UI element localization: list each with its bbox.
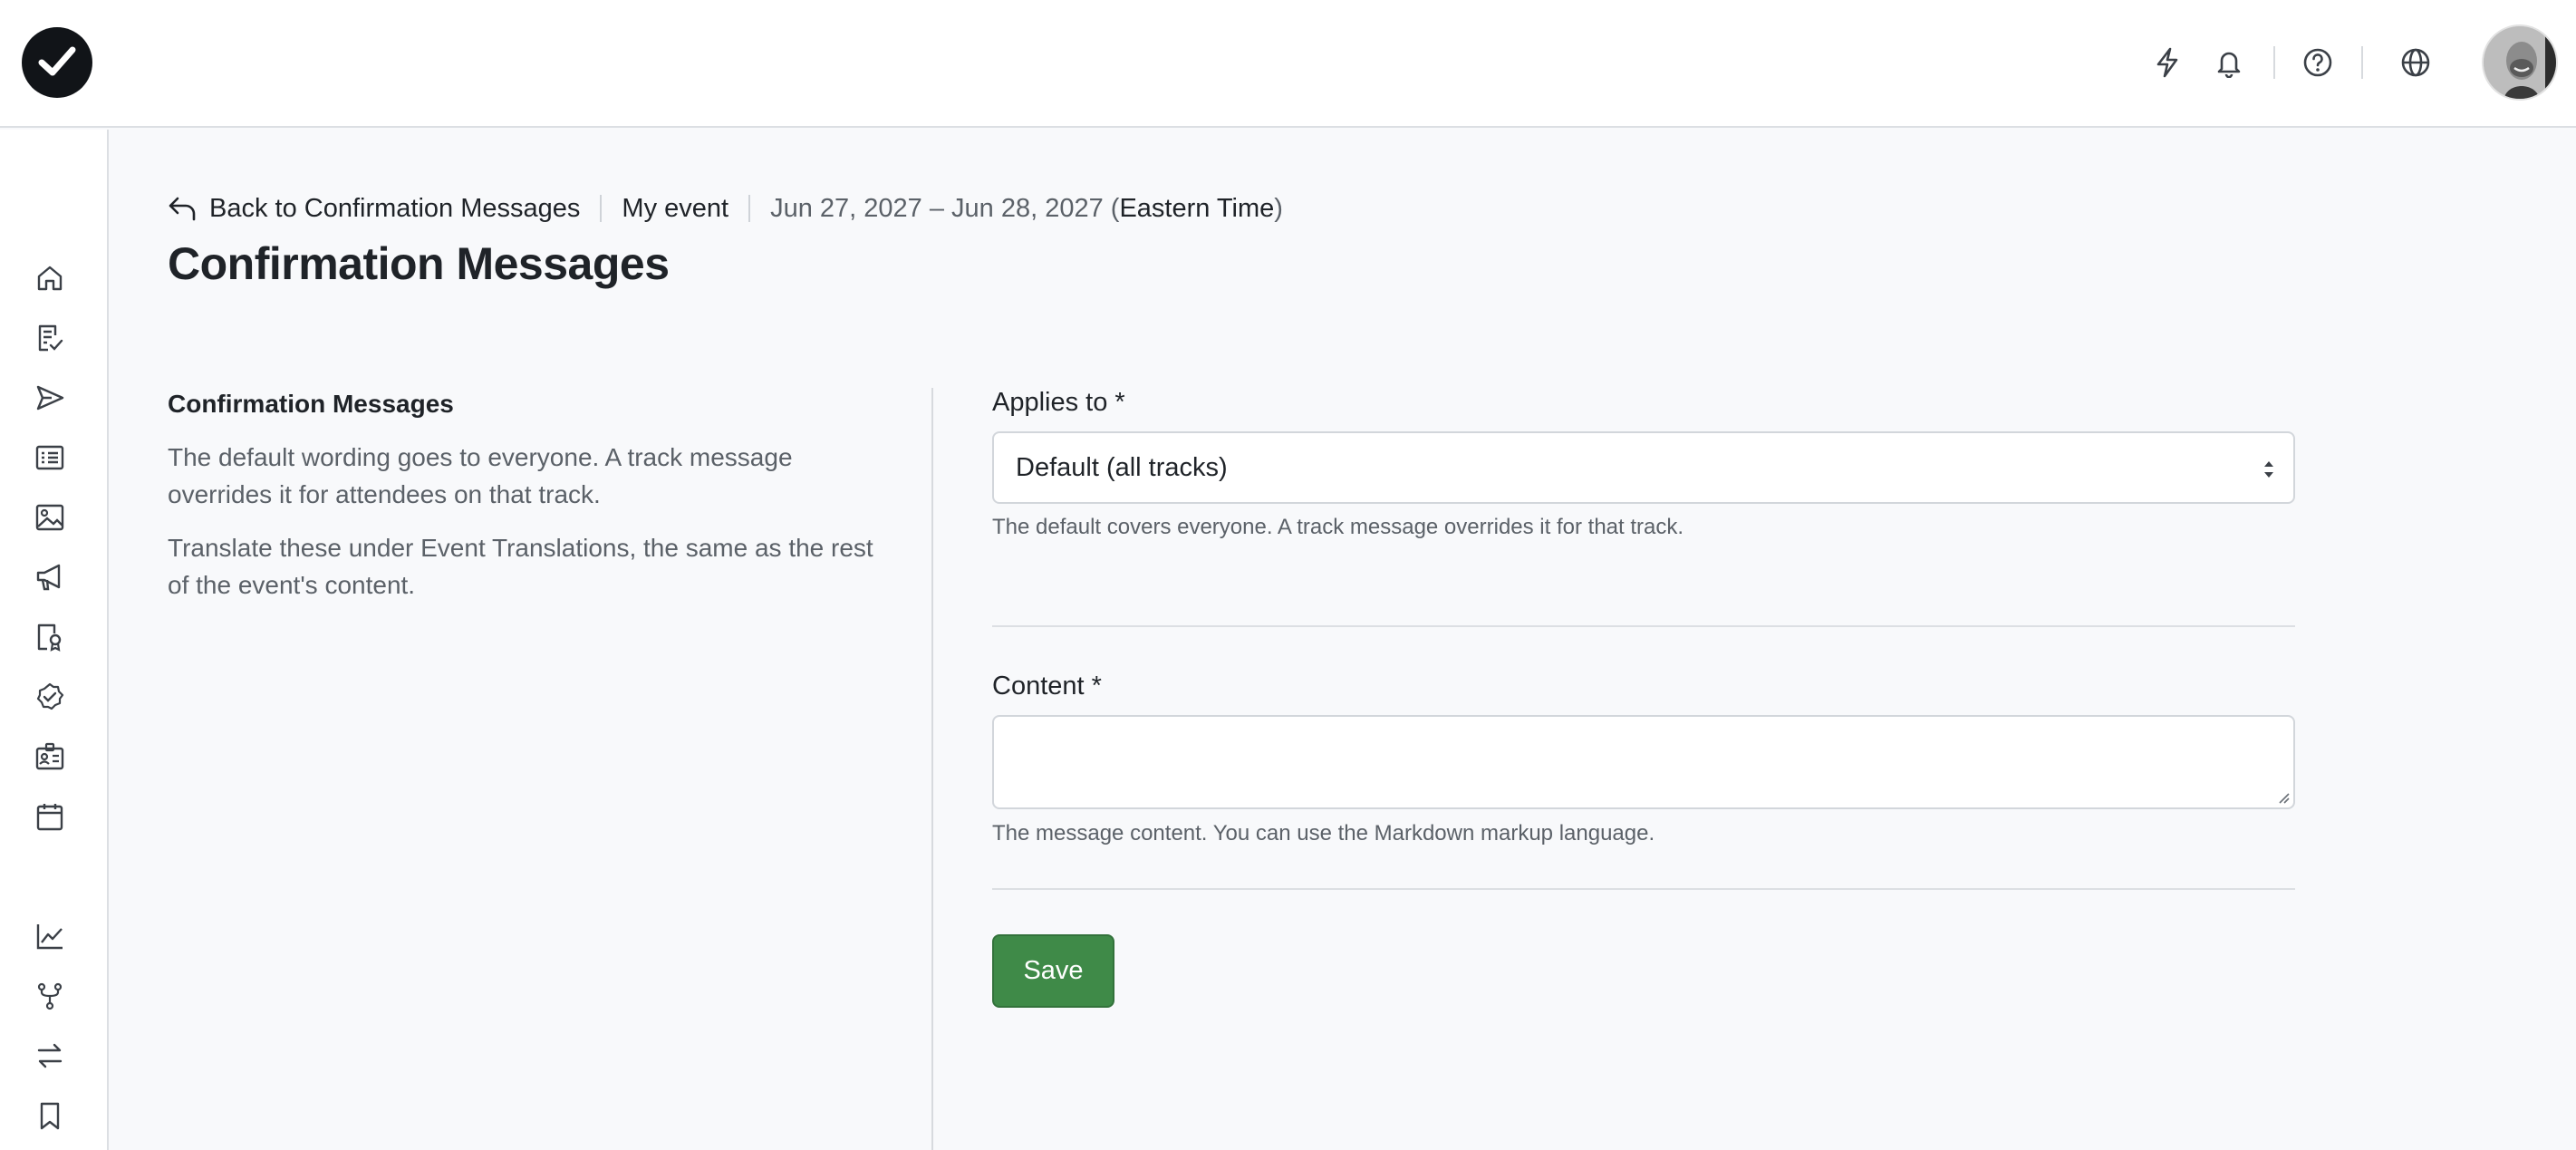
list-icon[interactable] [30, 438, 70, 478]
lightning-icon[interactable] [2147, 43, 2187, 82]
event-date-range: Jun 27, 2027 – Jun 28, 2027 (Eastern Tim… [770, 193, 1283, 223]
section-description: Confirmation Messages The default wordin… [168, 390, 892, 620]
required-marker: * [1114, 388, 1125, 417]
back-link-label: Back to Confirmation Messages [209, 193, 581, 223]
user-avatar[interactable] [2482, 24, 2558, 101]
top-bar [0, 0, 2576, 128]
topbar-divider [2361, 46, 2363, 79]
checklist-icon[interactable] [30, 318, 70, 358]
checkmark-logo-icon[interactable] [22, 27, 92, 98]
applies-to-label: Applies to * [992, 388, 1125, 417]
megaphone-icon[interactable] [30, 557, 70, 597]
calendar-icon[interactable] [30, 797, 70, 836]
id-card-icon[interactable] [30, 737, 70, 777]
globe-icon[interactable] [2396, 43, 2436, 82]
required-marker: * [1091, 672, 1102, 701]
image-icon[interactable] [30, 498, 70, 537]
home-icon[interactable] [30, 258, 70, 298]
section-paragraph: The default wording goes to everyone. A … [168, 443, 793, 508]
back-link[interactable]: Back to Confirmation Messages [168, 194, 580, 224]
section-paragraph: Translate these under Event Translations… [168, 534, 873, 599]
content-textarea[interactable] [992, 715, 2295, 809]
content-label: Content * [992, 672, 1102, 701]
section-title: Confirmation Messages [168, 390, 454, 418]
breadcrumb: Back to Confirmation Messages My event J… [168, 190, 1283, 227]
applies-to-help: The default covers everyone. A track mes… [992, 515, 1684, 539]
column-divider [931, 388, 933, 1150]
breadcrumb-separator [748, 195, 751, 222]
branch-icon[interactable] [30, 976, 70, 1016]
swap-icon[interactable] [30, 1036, 70, 1076]
save-button[interactable]: Save [992, 934, 1114, 1008]
applies-to-value: Default (all tracks) [1016, 452, 1228, 482]
chart-icon[interactable] [30, 916, 70, 956]
resize-handle-icon[interactable] [2275, 789, 2290, 804]
badge-icon[interactable] [30, 617, 70, 657]
form-divider [992, 625, 2295, 627]
sidebar [0, 130, 109, 1150]
form-divider [992, 888, 2295, 890]
content-help: The message content. You can use the Mar… [992, 821, 1655, 846]
help-circle-icon[interactable] [2298, 43, 2338, 82]
send-icon[interactable] [30, 378, 70, 418]
applies-to-select[interactable]: Default (all tracks) [992, 431, 2295, 504]
back-arrow-icon [169, 197, 196, 221]
topbar-divider [2273, 46, 2275, 79]
page-title: Confirmation Messages [168, 238, 670, 289]
bell-icon[interactable] [2209, 43, 2249, 82]
event-timezone: Eastern Time [1119, 193, 1275, 223]
event-name[interactable]: My event [622, 194, 728, 224]
check-badge-icon[interactable] [30, 677, 70, 717]
breadcrumb-separator [600, 195, 603, 222]
bookmark-icon[interactable] [30, 1096, 70, 1136]
select-arrows-icon [2264, 461, 2273, 478]
